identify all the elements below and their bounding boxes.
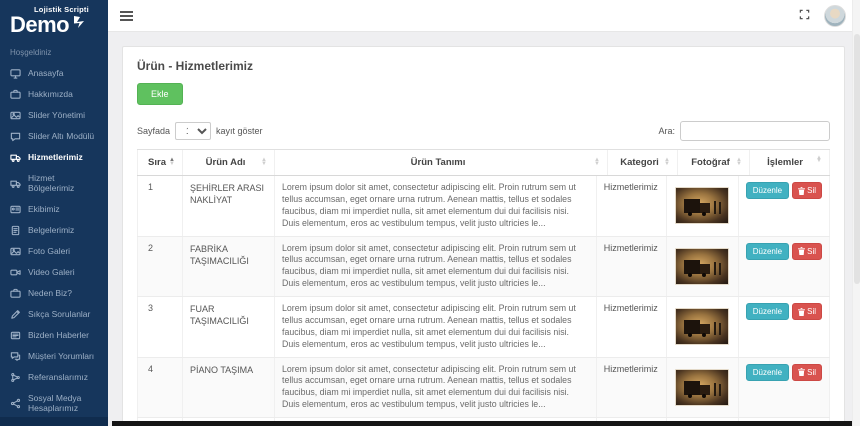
table-header-row: Sıra▲▼ Ürün Adı▲▼ Ürün Tanımı▲▼ Kategori… — [137, 150, 830, 176]
sidebar-item-neden-biz[interactable]: Neden Biz? — [0, 283, 108, 304]
page-length-select[interactable]: 10 — [175, 122, 211, 140]
delete-button[interactable]: Sil — [792, 364, 822, 381]
edit-button[interactable]: Düzenle — [746, 243, 789, 260]
sort-icon: ▲▼ — [736, 159, 742, 166]
length-label-prefix: Sayfada — [137, 126, 170, 136]
header-urun-adi[interactable]: Ürün Adı▲▼ — [183, 150, 275, 175]
lightning-icon — [71, 14, 87, 34]
briefcase-icon — [10, 288, 21, 299]
sidebar-item-hakkimizda[interactable]: Hakkımızda — [0, 84, 108, 105]
sidebar-item-slider-yonetimi[interactable]: Slider Yönetimi — [0, 105, 108, 126]
edit-button[interactable]: Düzenle — [746, 303, 789, 320]
id-card-icon — [10, 204, 21, 215]
page-title: Ürün - Hizmetlerimiz — [137, 59, 830, 73]
hamburger-icon[interactable] — [120, 9, 133, 23]
welcome-label: Hoşgeldiniz — [0, 40, 108, 61]
sidebar-item-hizmet-bolgelerimiz[interactable]: Hizmet Bölgelerimiz — [0, 168, 108, 199]
branch-icon — [10, 372, 21, 383]
trash-icon — [798, 308, 805, 316]
comments-icon — [10, 351, 21, 362]
sidebar-item-video-galeri[interactable]: Video Galeri — [0, 262, 108, 283]
sidebar-item-anasayfa[interactable]: Anasayfa — [0, 63, 108, 84]
sort-icon: ▲▼ — [594, 159, 600, 166]
logo-title: Demo — [10, 14, 69, 36]
edit-button[interactable]: Düzenle — [746, 182, 789, 199]
product-photo — [675, 187, 729, 224]
pen-icon — [10, 309, 21, 320]
sort-icon: ▲▼ — [816, 157, 822, 164]
sidebar-item-belgelerimiz[interactable]: Belgelerimiz — [0, 220, 108, 241]
trash-icon — [798, 187, 805, 195]
topbar — [108, 0, 860, 32]
product-photo — [675, 369, 729, 406]
video-icon — [10, 267, 21, 278]
trash-icon — [798, 247, 805, 255]
truck-icon — [10, 178, 21, 189]
sort-icon: ▲▼ — [169, 159, 175, 166]
desktop-icon — [10, 68, 21, 79]
user-avatar[interactable] — [824, 5, 846, 27]
comment-icon — [10, 131, 21, 142]
table-controls: Sayfada 10 kayıt göster Ara: — [137, 121, 830, 141]
fullscreen-icon[interactable] — [799, 7, 810, 25]
products-table: Sıra▲▼ Ürün Adı▲▼ Ürün Tanımı▲▼ Kategori… — [137, 149, 830, 426]
header-islemler[interactable]: İşlemler▲▼ — [750, 150, 830, 175]
sidebar-item-referanslarimiz[interactable]: Referanslarımız — [0, 367, 108, 388]
table-row: 2 FABRİKA TAŞIMACILIĞI Lorem ipsum dolor… — [137, 237, 830, 298]
bottom-bar — [112, 421, 852, 426]
table-row: 4 PİANO TAŞIMA Lorem ipsum dolor sit ame… — [137, 358, 830, 419]
length-label-suffix: kayıt göster — [216, 126, 263, 136]
news-icon — [10, 330, 21, 341]
sidebar-item-musteri-yorumlari[interactable]: Müşteri Yorumları — [0, 346, 108, 367]
sidebar-item-sikca-sorulanlar[interactable]: Sıkça Sorulanlar — [0, 304, 108, 325]
page-scrollbar[interactable] — [852, 0, 860, 426]
delete-button[interactable]: Sil — [792, 303, 822, 320]
sidebar: Lojistik Scripti Demo Hoşgeldiniz Anasay… — [0, 0, 108, 426]
search-label: Ara: — [658, 126, 675, 136]
sidebar-item-foto-galeri[interactable]: Foto Galeri — [0, 241, 108, 262]
photo-icon — [10, 246, 21, 257]
header-urun-tanimi[interactable]: Ürün Tanımı▲▼ — [275, 150, 608, 175]
sort-icon: ▲▼ — [261, 159, 267, 166]
table-row: 1 ŞEHİRLER ARASI NAKLİYAT Lorem ipsum do… — [137, 176, 830, 237]
sort-icon: ▲▼ — [664, 159, 670, 166]
delete-button[interactable]: Sil — [792, 243, 822, 260]
images-icon — [10, 110, 21, 121]
scrollbar-thumb[interactable] — [854, 34, 860, 284]
table-row: 3 FUAR TAŞIMACILIĞI Lorem ipsum dolor si… — [137, 297, 830, 358]
header-fotograf[interactable]: Fotoğraf▲▼ — [678, 150, 750, 175]
sidebar-item-hizmetlerimiz[interactable]: Hizmetlerimiz — [0, 147, 108, 168]
admin-app: Lojistik Scripti Demo Hoşgeldiniz Anasay… — [0, 0, 860, 426]
sidebar-item-ekibimiz[interactable]: Ekibimiz — [0, 199, 108, 220]
product-photo — [675, 308, 729, 345]
truck-icon — [10, 152, 21, 163]
document-icon — [10, 225, 21, 236]
delete-button[interactable]: Sil — [792, 182, 822, 199]
header-kategori[interactable]: Kategori▲▼ — [608, 150, 678, 175]
main-content: Ürün - Hizmetlerimiz Ekle Sayfada 10 kay… — [108, 32, 852, 426]
sidebar-nav: Anasayfa Hakkımızda Slider Yönetimi Slid… — [0, 61, 108, 420]
content-card: Ürün - Hizmetlerimiz Ekle Sayfada 10 kay… — [122, 46, 845, 426]
edit-button[interactable]: Düzenle — [746, 364, 789, 381]
sidebar-item-sosyal-medya[interactable]: Sosyal Medya Hesaplarımız — [0, 388, 108, 419]
share-icon — [10, 398, 21, 409]
logo[interactable]: Lojistik Scripti Demo — [0, 0, 108, 40]
sidebar-item-bizden-haberler[interactable]: Bizden Haberler — [0, 325, 108, 346]
sidebar-footer — [0, 417, 108, 426]
sidebar-item-slider-alti-modulu[interactable]: Slider Altı Modülü — [0, 126, 108, 147]
product-photo — [675, 248, 729, 285]
trash-icon — [798, 368, 805, 376]
search-input[interactable] — [680, 121, 830, 141]
briefcase-icon — [10, 89, 21, 100]
header-sira[interactable]: Sıra▲▼ — [137, 150, 183, 175]
add-button[interactable]: Ekle — [137, 83, 183, 105]
